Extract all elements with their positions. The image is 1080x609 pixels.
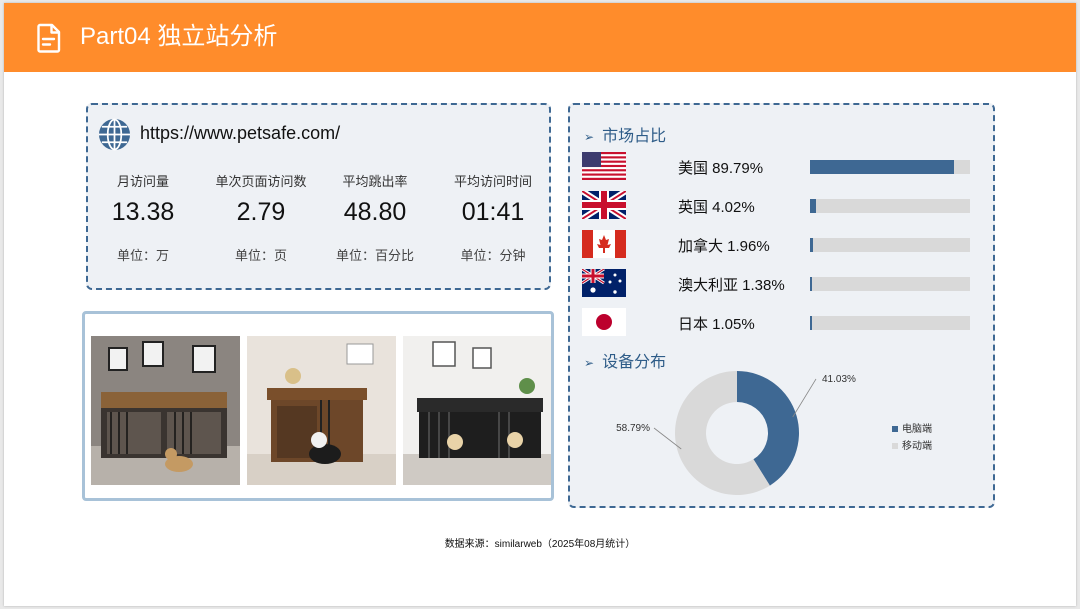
market-label: 美国 89.79% xyxy=(678,160,764,177)
document-icon xyxy=(37,23,61,53)
legend-swatch-desktop xyxy=(892,426,898,432)
device-legend: 电脑端 移动端 xyxy=(892,420,932,454)
legend-item: 电脑端 xyxy=(892,420,932,435)
metric-unit: 单位：万 xyxy=(116,248,169,263)
slide: Part04 独立站分析 https://www.petsafe.com/ 月访… xyxy=(4,3,1076,606)
market-bar-track xyxy=(810,316,970,330)
market-row-canada: 加拿大 1.96% xyxy=(582,230,982,260)
page-title: Part04 独立站分析 xyxy=(80,23,278,50)
market-label: 日本 1.05% xyxy=(678,316,755,333)
data-source-note: 数据来源：similarweb（2025年08月统计） xyxy=(444,539,636,550)
metric-value: 13.38 xyxy=(111,198,175,226)
product-photos-panel xyxy=(82,311,554,501)
legend-label: 电脑端 xyxy=(902,424,932,435)
market-section-title: ➢ 市场占比 xyxy=(584,122,666,146)
market-bar-track xyxy=(810,199,970,213)
metric-unit: 单位：百分比 xyxy=(335,248,414,263)
australia-flag-icon xyxy=(582,269,626,297)
market-label: 英国 4.02% xyxy=(678,199,755,216)
market-bar-track xyxy=(810,160,970,174)
market-label: 澳大利亚 1.38% xyxy=(678,277,785,294)
market-bar-track xyxy=(810,277,970,291)
market-bar-fill xyxy=(810,160,954,174)
market-row-australia: 澳大利亚 1.38% xyxy=(582,269,982,299)
legend-label: 移动端 xyxy=(902,441,932,452)
market-row-us: 美国 89.79% xyxy=(582,152,982,182)
metric-label: 月访问量 xyxy=(116,174,169,189)
metric-value: 01:41 xyxy=(461,198,525,226)
market-title: 市场占比 xyxy=(602,128,667,145)
metric-value: 48.80 xyxy=(343,198,407,226)
legend-item: 移动端 xyxy=(892,437,932,452)
metric-value: 2.79 xyxy=(236,198,286,226)
market-bar-track xyxy=(810,238,970,252)
market-bar-fill xyxy=(810,277,813,291)
product-photo xyxy=(403,336,551,485)
header-bar: Part04 独立站分析 xyxy=(4,3,1076,72)
leader-line xyxy=(792,378,817,418)
market-device-panel: ➢ 市场占比 美国 89.79% 英国 4.02% 加拿大 1.96% 澳大利亚… xyxy=(568,103,995,508)
market-bar-fill xyxy=(810,238,814,252)
metric-bounce-rate: 平均跳出率 48.80 单位：百分比 xyxy=(320,171,430,264)
us-flag-icon xyxy=(582,152,626,180)
site-stats-panel: https://www.petsafe.com/ 月访问量 13.38 单位：万… xyxy=(86,103,551,290)
metric-monthly-visits: 月访问量 13.38 单位：万 xyxy=(88,171,198,264)
metric-unit: 单位：页 xyxy=(234,248,287,263)
arrow-right-icon: ➢ xyxy=(584,130,595,144)
donut-label-mobile: 58.79% xyxy=(616,423,650,434)
legend-swatch-mobile xyxy=(892,443,898,449)
metric-pages-per-visit: 单次页面访问数 2.79 单位：页 xyxy=(206,171,316,264)
canada-flag-icon xyxy=(582,230,626,258)
japan-flag-icon xyxy=(582,308,626,336)
market-label: 加拿大 1.96% xyxy=(678,238,770,255)
globe-icon xyxy=(98,118,131,151)
metric-label: 平均跳出率 xyxy=(342,174,408,189)
market-bar-fill xyxy=(810,199,817,213)
market-row-japan: 日本 1.05% xyxy=(582,308,982,338)
metric-unit: 单位：分钟 xyxy=(460,248,526,263)
metric-label: 平均访问时间 xyxy=(453,174,532,189)
uk-flag-icon xyxy=(582,191,626,219)
product-photo xyxy=(247,336,396,485)
site-url: https://www.petsafe.com/ xyxy=(140,123,341,143)
market-row-uk: 英国 4.02% xyxy=(582,191,982,221)
metric-avg-visit-time: 平均访问时间 01:41 单位：分钟 xyxy=(438,171,548,264)
metric-label: 单次页面访问数 xyxy=(215,174,307,189)
donut-label-desktop: 41.03% xyxy=(822,374,856,385)
device-donut-chart: 41.03% 58.79% xyxy=(616,371,856,495)
product-photo xyxy=(91,336,240,485)
market-bar-fill xyxy=(810,316,812,330)
